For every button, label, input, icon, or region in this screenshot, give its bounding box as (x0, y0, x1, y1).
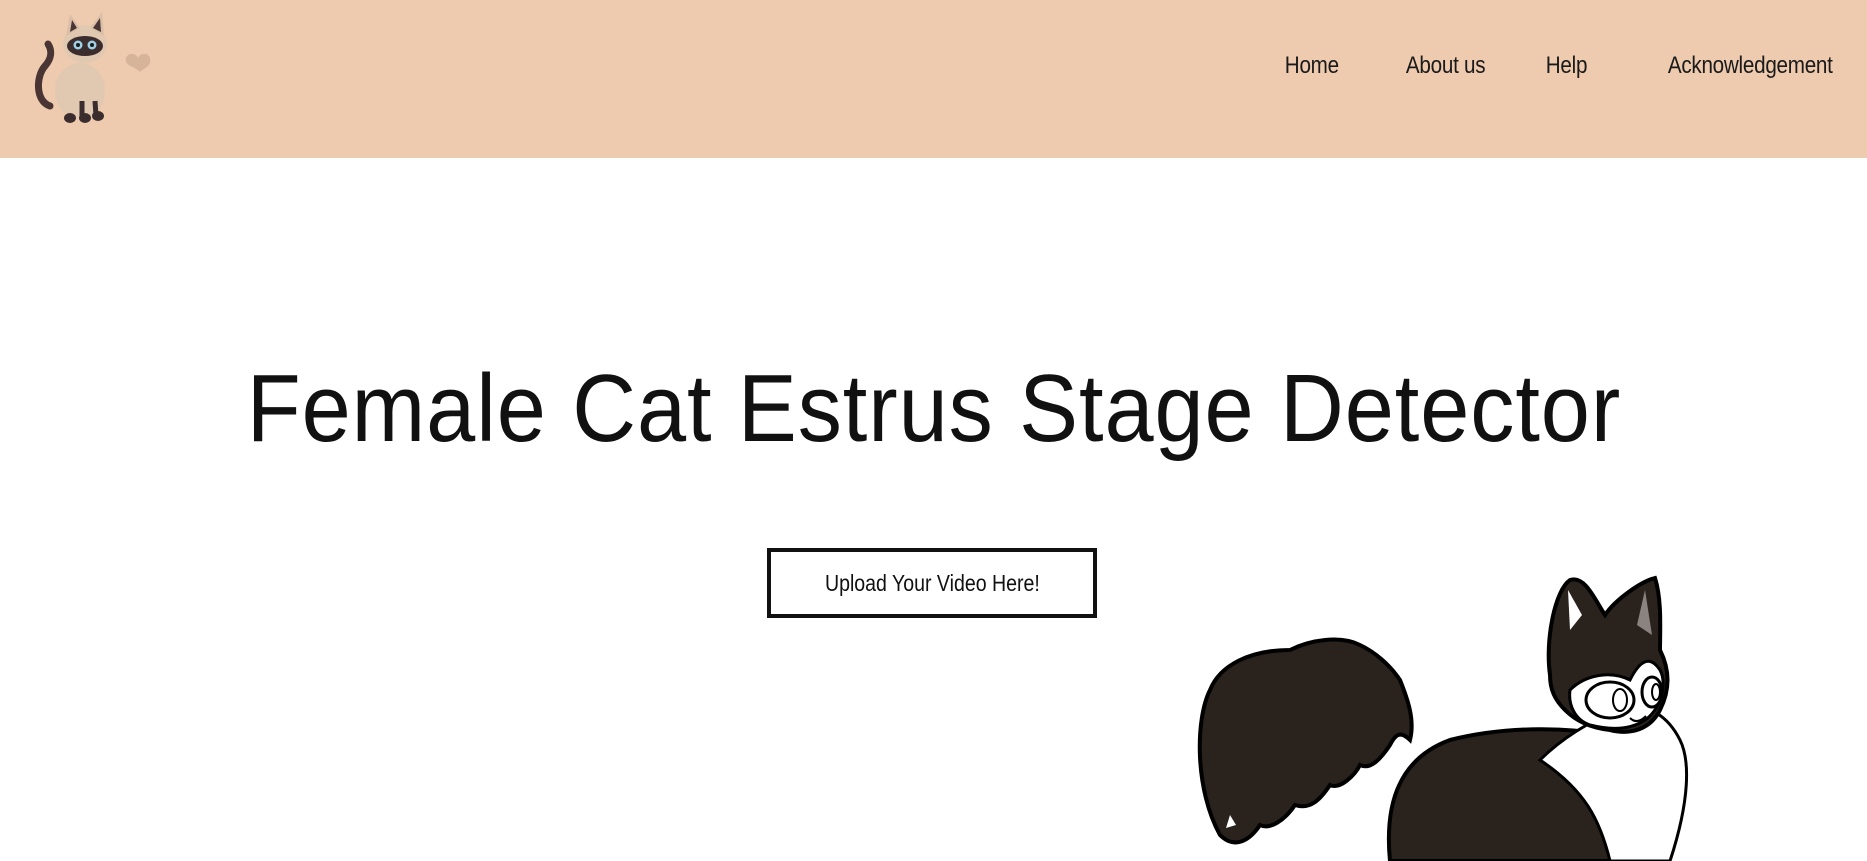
black-and-white-cat-illustration-icon (1197, 575, 1689, 861)
page: Home About us Help Acknowledgement Femal… (0, 0, 1867, 861)
page-title-text: Female Cat Estrus Stage Detector (246, 355, 1621, 462)
nav-about-us[interactable]: About us (1406, 52, 1486, 80)
nav-help[interactable]: Help (1546, 52, 1588, 80)
cat-logo-icon[interactable] (30, 6, 160, 126)
upload-video-button[interactable]: Upload Your Video Here! (767, 548, 1097, 618)
nav-acknowledgement[interactable]: Acknowledgement (1668, 52, 1833, 80)
main-nav: Home About us Help Acknowledgement (1276, 52, 1833, 80)
nav-home[interactable]: Home (1285, 52, 1339, 80)
upload-video-button-label: Upload Your Video Here! (824, 569, 1040, 596)
site-header: Home About us Help Acknowledgement (0, 0, 1867, 158)
page-title: Female Cat Estrus Stage Detector (0, 354, 1867, 464)
